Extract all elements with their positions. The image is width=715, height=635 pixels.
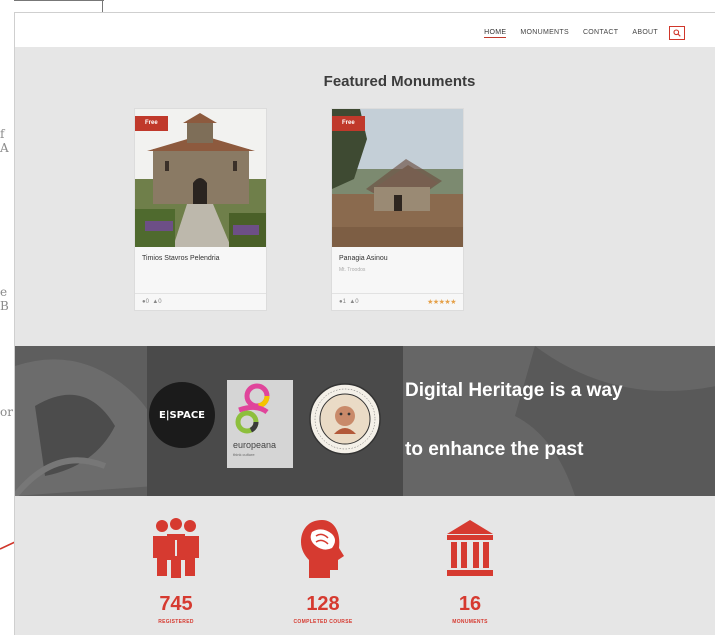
card-meta: ●1 ▲0 <box>339 299 359 305</box>
monument-location: Mt. Troodos <box>339 267 366 273</box>
europeana-logo-subtext: think culture <box>233 452 255 457</box>
free-badge: Free <box>332 116 365 131</box>
monument-photo[interactable]: Free <box>332 109 463 247</box>
monument-name[interactable]: Timios Stavros Pelendria <box>142 254 257 263</box>
stat-label: REGISTERED <box>158 619 194 625</box>
search-icon <box>673 29 681 37</box>
frame-line <box>102 0 103 12</box>
monument-name[interactable]: Panagia Asinou <box>339 254 454 263</box>
like-count: 0 <box>158 299 162 305</box>
background-text-fragment: or <box>0 405 13 419</box>
card-divider <box>332 293 463 294</box>
europeana-logo-text: europeana <box>233 440 277 450</box>
free-badge: Free <box>135 116 168 131</box>
monument-card[interactable]: Free Panagia Asinou Mt. Troodos ●1 ▲0 ★★… <box>331 108 464 311</box>
background-text-fragment: e B <box>0 285 9 313</box>
website-window: HOME MONUMENTS CONTACT ABOUT Featured Mo… <box>14 12 715 635</box>
top-navbar: HOME MONUMENTS CONTACT ABOUT <box>15 13 715 47</box>
nav-contact[interactable]: CONTACT <box>583 29 618 38</box>
head-icon <box>301 520 344 578</box>
like-count: 0 <box>355 299 359 305</box>
people-icon <box>153 518 199 578</box>
comment-count: 1 <box>342 299 346 305</box>
stat-value: 745 <box>159 593 193 615</box>
monument-card[interactable]: Free Timios Stavros Pelendria ●0 ▲0 <box>134 108 267 311</box>
frame-line <box>14 0 104 1</box>
espace-logo-text: E|SPACE <box>158 409 205 421</box>
stat-label: COMPLETED COURSE <box>293 619 353 625</box>
stat-value: 128 <box>306 593 340 615</box>
nav-monuments[interactable]: MONUMENTS <box>520 29 569 38</box>
nav-menu: HOME MONUMENTS CONTACT ABOUT <box>484 29 658 38</box>
rating-stars: ★★★★★ <box>427 299 456 306</box>
banner-headline-line-1: Digital Heritage is a way <box>405 380 623 401</box>
espace-logo: E|SPACE <box>149 382 215 448</box>
comment-count: 0 <box>145 299 149 305</box>
nav-about[interactable]: ABOUT <box>632 29 658 38</box>
stat-label: MONUMENTS <box>452 619 488 625</box>
nav-home[interactable]: HOME <box>484 29 507 38</box>
university-seal-logo <box>309 383 381 455</box>
europeana-icon <box>235 383 270 434</box>
card-divider <box>135 293 266 294</box>
section-title: Featured Monuments <box>323 73 476 90</box>
page: f A e B or HOME MONUMENTS CONTACT ABOUT … <box>0 0 715 635</box>
background-text-fragment: f A <box>0 127 9 155</box>
stat-value: 16 <box>458 593 482 615</box>
monument-icon <box>447 520 493 576</box>
banner-headline-line-2: to enhance the past <box>405 439 584 460</box>
hero-banner: E|SPACE europeana think culture Digital … <box>15 346 715 496</box>
monument-photo[interactable]: Free <box>135 109 266 247</box>
search-button[interactable] <box>669 26 685 40</box>
europeana-logo: europeana think culture <box>227 380 293 468</box>
card-meta: ●0 ▲0 <box>142 299 162 305</box>
